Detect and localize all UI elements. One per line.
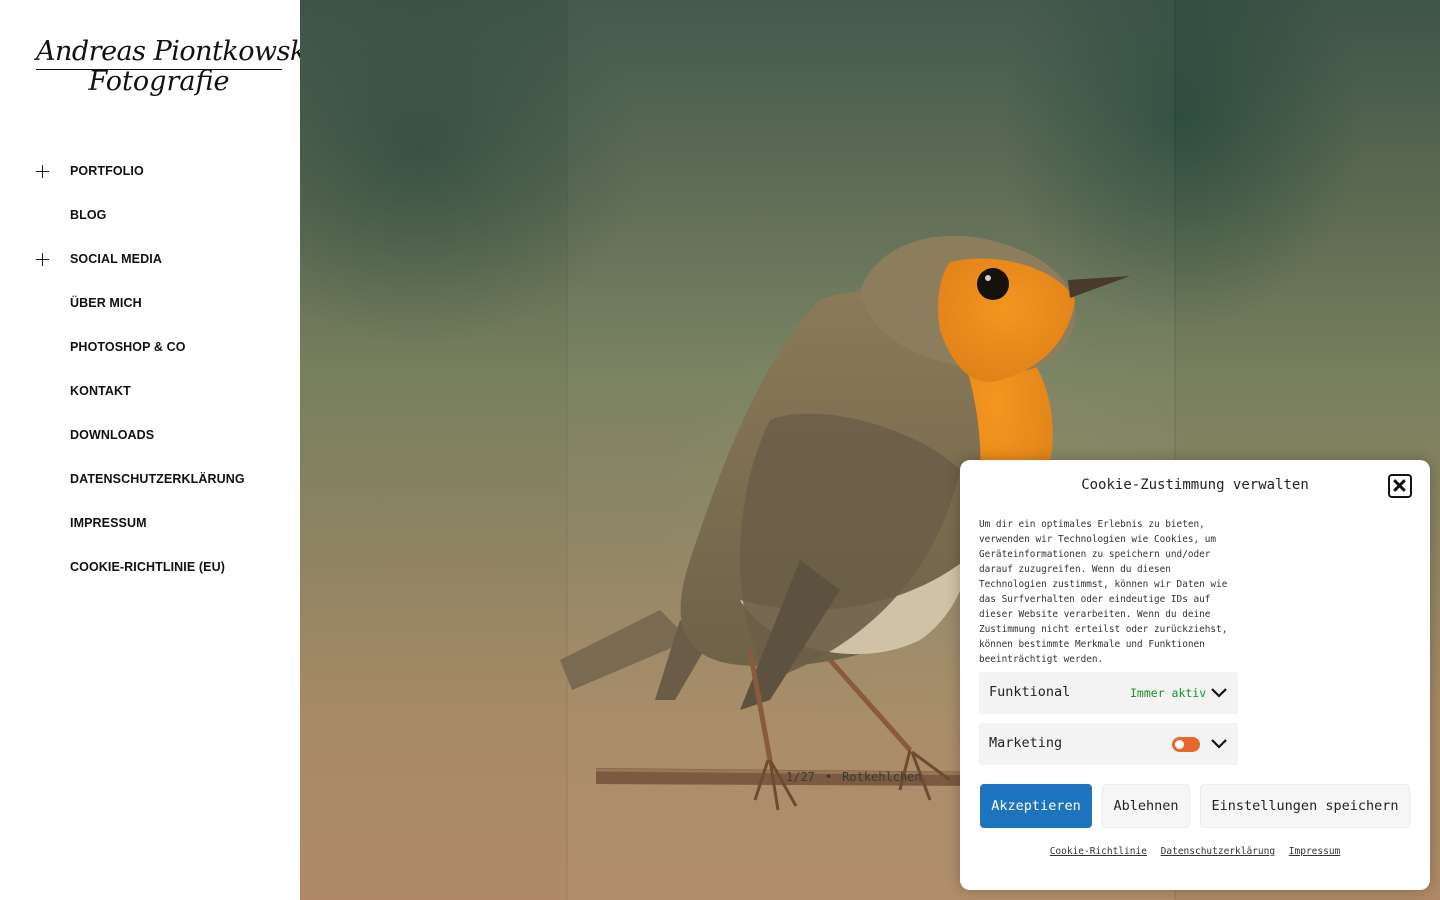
nav-item-downloads[interactable]: DOWNLOADS bbox=[0, 414, 300, 458]
caption-separator: • bbox=[824, 770, 833, 784]
category-name: Marketing bbox=[989, 735, 1063, 751]
chevron-down-icon[interactable] bbox=[1211, 735, 1227, 751]
category-name: Funktional bbox=[989, 684, 1071, 700]
cookie-category-marketing[interactable]: Marketing bbox=[979, 723, 1238, 765]
nav-item-kontakt[interactable]: KONTAKT bbox=[0, 370, 300, 414]
cookie-consent-dialog: Cookie-Zustimmung verwalten Um dir ein o… bbox=[960, 460, 1430, 890]
nav-label[interactable]: BLOG bbox=[70, 208, 107, 222]
slide-title: Rotkehlchen bbox=[842, 770, 922, 784]
cookie-category-functional[interactable]: Funktional Immer aktiv bbox=[979, 672, 1238, 714]
main-nav: PORTFOLIO BLOG SOCIAL MEDIA ÜBER MICH PH… bbox=[0, 150, 300, 590]
deny-button[interactable]: Ablehnen bbox=[1102, 784, 1190, 828]
accept-button[interactable]: Akzeptieren bbox=[980, 784, 1092, 828]
nav-item-portfolio[interactable]: PORTFOLIO bbox=[0, 150, 300, 194]
nav-item-blog[interactable]: BLOG bbox=[0, 194, 300, 238]
cookie-policy-link[interactable]: Cookie-Richtlinie bbox=[1050, 846, 1147, 857]
nav-item-datenschutz[interactable]: DATENSCHUTZERKLÄRUNG bbox=[0, 458, 300, 502]
always-active-badge: Immer aktiv bbox=[1130, 686, 1207, 700]
nav-label[interactable]: SOCIAL MEDIA bbox=[70, 252, 162, 266]
nav-item-ueber-mich[interactable]: ÜBER MICH bbox=[0, 282, 300, 326]
nav-label[interactable]: DOWNLOADS bbox=[70, 428, 154, 442]
cookie-description: Um dir ein optimales Erlebnis zu bieten,… bbox=[979, 519, 1228, 665]
nav-item-photoshop[interactable]: PHOTOSHOP & CO bbox=[0, 326, 300, 370]
logo-line-1: Andreas Piontkowski bbox=[36, 36, 314, 67]
cookie-dialog-title: Cookie-Zustimmung verwalten bbox=[1081, 477, 1309, 493]
nav-label[interactable]: DATENSCHUTZERKLÄRUNG bbox=[70, 472, 245, 486]
nav-item-impressum[interactable]: IMPRESSUM bbox=[0, 502, 300, 546]
nav-label[interactable]: IMPRESSUM bbox=[70, 516, 147, 530]
slide-counter: 1/27 bbox=[786, 770, 815, 784]
chevron-down-icon[interactable] bbox=[1211, 684, 1227, 700]
close-icon[interactable] bbox=[1388, 474, 1412, 498]
nav-item-social-media[interactable]: SOCIAL MEDIA bbox=[0, 238, 300, 282]
nav-item-cookie-richtlinie[interactable]: COOKIE-RICHTLINIE (EU) bbox=[0, 546, 300, 590]
plus-icon[interactable] bbox=[36, 165, 49, 178]
marketing-toggle[interactable] bbox=[1172, 737, 1200, 752]
cookie-footer-links: Cookie-Richtlinie Datenschutzerklärung I… bbox=[960, 846, 1430, 857]
nav-label[interactable]: KONTAKT bbox=[70, 384, 131, 398]
nav-label[interactable]: PORTFOLIO bbox=[70, 164, 144, 178]
logo-line-2: Fotografie bbox=[88, 66, 230, 97]
save-preferences-button[interactable]: Einstellungen speichern bbox=[1200, 784, 1410, 828]
imprint-link[interactable]: Impressum bbox=[1289, 846, 1340, 857]
plus-icon[interactable] bbox=[36, 253, 49, 266]
nav-label[interactable]: COOKIE-RICHTLINIE (EU) bbox=[70, 560, 225, 574]
privacy-policy-link[interactable]: Datenschutzerklärung bbox=[1161, 846, 1275, 857]
nav-label[interactable]: PHOTOSHOP & CO bbox=[70, 340, 186, 354]
site-logo[interactable]: Andreas Piontkowski Fotografie bbox=[36, 36, 314, 106]
sidebar: Andreas Piontkowski Fotografie PORTFOLIO… bbox=[0, 0, 314, 900]
slide-caption: 1/27 • Rotkehlchen bbox=[786, 770, 922, 784]
nav-label[interactable]: ÜBER MICH bbox=[70, 296, 142, 310]
